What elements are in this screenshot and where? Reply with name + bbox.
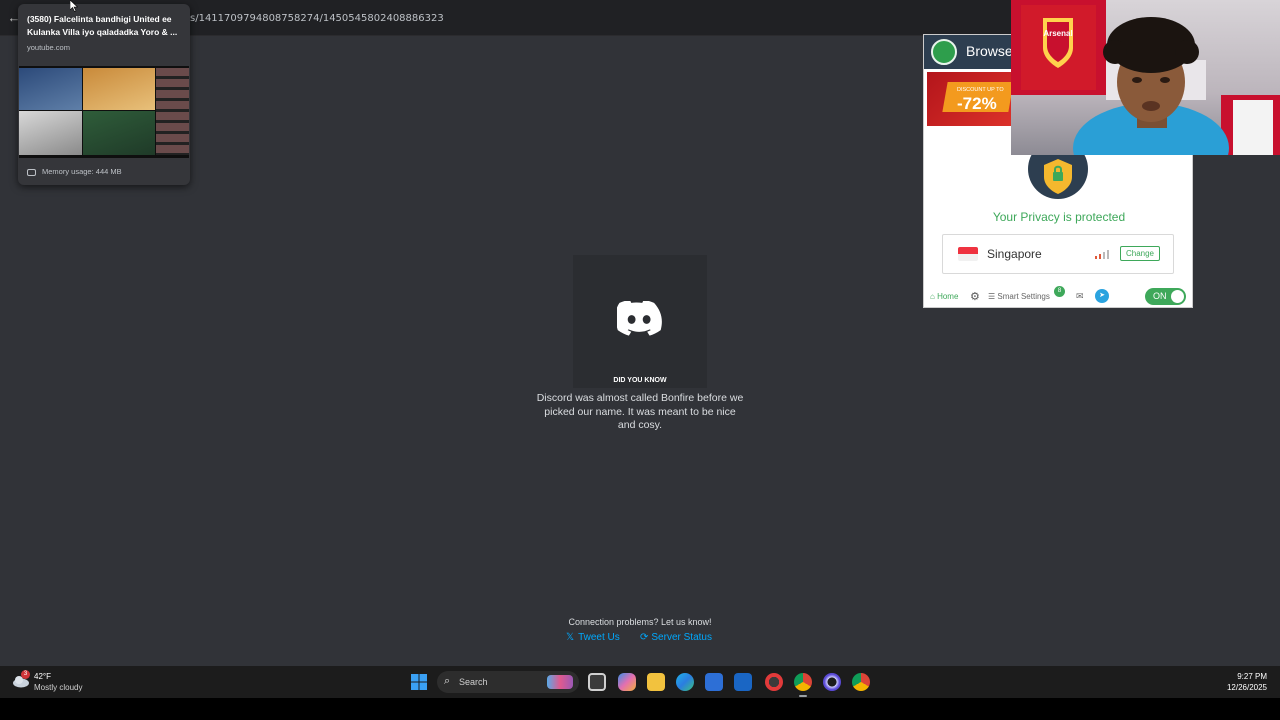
thumb-tile-3 [19, 111, 82, 155]
tweet-us-link[interactable]: 𝕏 Tweet Us [566, 632, 620, 643]
server-status-link[interactable]: ⟳ Server Status [640, 632, 712, 643]
status-refresh-icon: ⟳ [640, 632, 649, 643]
copilot-icon[interactable] [618, 673, 636, 691]
discord-logo-icon [617, 301, 662, 336]
screen: ← s/1411709794808758274/1450545802408886… [0, 0, 1280, 720]
memory-usage: Memory usage: 444 MB [27, 167, 122, 176]
webcam-shirt-text: Arsenal [1043, 29, 1072, 38]
connection-problems-text: Connection problems? Let us know! [568, 617, 712, 627]
sliders-icon: ☰ [988, 292, 998, 301]
windows-taskbar: 3 42°F Mostly cloudy ⌕ Search 9:27 PM 12… [0, 666, 1280, 698]
memory-usage-text: Memory usage: 444 MB [42, 167, 122, 176]
privacy-status-text: Your Privacy is protected [992, 210, 1126, 224]
search-label: Search [459, 677, 488, 687]
smart-settings-label: Smart Settings [997, 292, 1050, 301]
tab-hover-domain: youtube.com [27, 43, 70, 52]
vpn-on-toggle[interactable]: ON [1145, 288, 1186, 305]
home-link[interactable]: ⌂ Home [930, 292, 958, 301]
signal-strength-icon [1095, 250, 1109, 259]
tweet-us-label: Tweet Us [578, 632, 620, 643]
server-status-label: Server Status [651, 632, 712, 643]
store-icon[interactable] [705, 673, 723, 691]
shield-lock-icon [1028, 153, 1088, 199]
toggle-knob [1171, 290, 1184, 303]
search-highlight-icon [547, 675, 573, 689]
discount-label: DISCOUNT UP TO [957, 87, 1004, 93]
thumb-tile-1 [19, 68, 82, 110]
home-label: Home [937, 292, 959, 301]
did-you-know-heading: DID YOU KNOW [613, 377, 667, 384]
tab-preview-thumbnail [19, 66, 189, 158]
file-explorer-icon[interactable] [647, 673, 665, 691]
thumb-tile-2 [83, 68, 155, 110]
tab-hover-card: (3580) Falcelinta bandhigi United ee Kul… [18, 4, 190, 185]
smart-settings-link[interactable]: ☰ Smart Settings [988, 292, 1050, 301]
weather-temperature[interactable]: 42°F [34, 672, 51, 681]
url-text[interactable]: s/1411709794808758274/145054580240888632… [190, 13, 444, 24]
outlook-icon[interactable] [734, 673, 752, 691]
red-app-icon[interactable] [765, 673, 783, 691]
chrome-icon[interactable] [794, 673, 812, 691]
chrome-active-indicator [799, 695, 807, 697]
home-icon: ⌂ [930, 292, 938, 301]
x-logo-icon: 𝕏 [566, 632, 575, 643]
screen-bottom-edge [0, 698, 1280, 720]
mouse-cursor-icon [70, 0, 78, 12]
taskbar-search-box[interactable]: ⌕ Search [437, 671, 579, 693]
edge-icon[interactable] [676, 673, 694, 691]
tab-hover-title: (3580) Falcelinta bandhigi United ee Kul… [27, 14, 178, 37]
toggle-label: ON [1153, 291, 1167, 301]
thumb-tile-4 [83, 111, 155, 155]
location-selector[interactable]: Singapore Change [942, 234, 1174, 274]
windows-start-icon[interactable] [411, 674, 427, 690]
mail-icon[interactable]: ✉ [1076, 291, 1084, 302]
loading-animation-card: DID YOU KNOW [573, 255, 707, 388]
globe-icon [931, 39, 957, 65]
search-icon: ⌕ [444, 675, 451, 687]
thumb-sidebar [156, 68, 189, 155]
smart-settings-badge: 8 [1054, 286, 1065, 297]
telegram-icon[interactable]: ➤ [1095, 289, 1109, 303]
weather-alert-badge: 3 [21, 670, 30, 679]
webcam-person-image: Arsenal [1011, 0, 1280, 155]
discount-value: -72% [957, 94, 997, 113]
memory-icon [27, 168, 36, 176]
change-location-button[interactable]: Change [1120, 246, 1160, 261]
loading-tip-text: Discord was almost called Bonfire before… [536, 392, 744, 431]
gear-icon[interactable]: ⚙ [970, 290, 980, 303]
location-name: Singapore [987, 247, 1042, 261]
task-view-icon[interactable] [588, 673, 606, 691]
vpn-footer: ⌂ Home ⚙ ☰ Smart Settings 8 ✉ ➤ ON [924, 285, 1194, 309]
vpn-brand-name: Browse [966, 43, 1013, 59]
singapore-flag-icon [958, 247, 978, 261]
weather-description[interactable]: Mostly cloudy [34, 683, 82, 692]
webcam-overlay: Arsenal [1011, 0, 1280, 155]
clock-date[interactable]: 12/26/2025 [1210, 683, 1267, 692]
obs-icon[interactable] [823, 673, 841, 691]
chrome-profile-icon[interactable] [852, 673, 870, 691]
clock-time[interactable]: 9:27 PM [1210, 672, 1267, 681]
